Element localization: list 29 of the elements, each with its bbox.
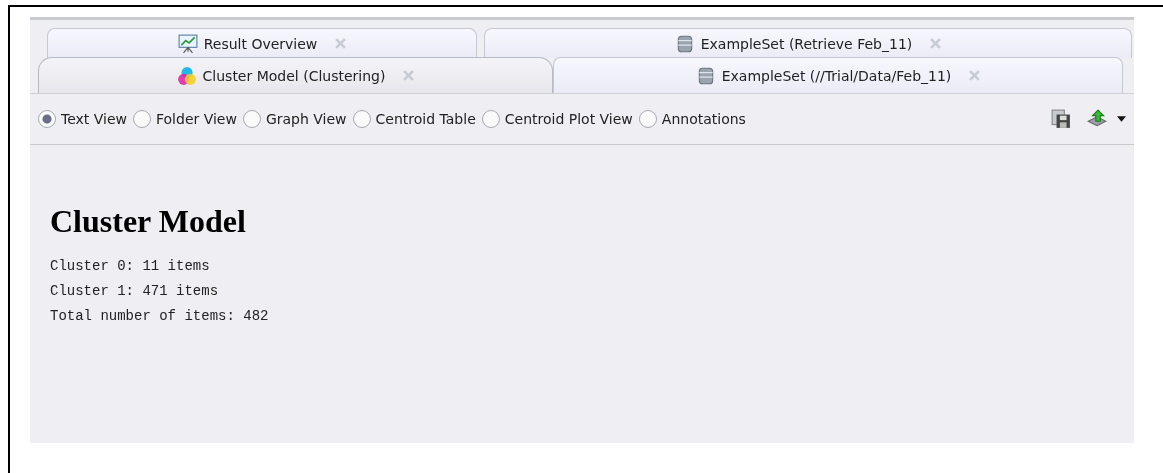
view-radio[interactable]: Annotations	[638, 110, 746, 128]
radio-button[interactable]	[638, 110, 657, 128]
close-icon[interactable]	[930, 38, 942, 49]
result-line: Cluster 1: 471 items	[50, 283, 220, 301]
radio-button[interactable]	[242, 110, 261, 128]
close-icon[interactable]	[335, 38, 347, 49]
view-radio[interactable]: Centroid Plot View	[481, 110, 633, 128]
chart-icon	[177, 33, 198, 54]
color-circles-icon	[176, 65, 197, 86]
view-radio[interactable]: Graph View	[242, 110, 347, 128]
radio-button[interactable]	[38, 110, 56, 128]
view-radio[interactable]: Text View	[38, 110, 127, 128]
radio-button[interactable]	[133, 110, 151, 128]
radio-button[interactable]	[481, 110, 500, 128]
tab[interactable]: Cluster Model (Clustering)	[38, 57, 553, 93]
save-icon[interactable]	[1051, 109, 1071, 129]
view-radio[interactable]: Folder View	[133, 110, 237, 128]
tab[interactable]: Result Overview	[47, 28, 477, 58]
result-line: Cluster 0: 11 items	[50, 258, 211, 276]
radio-button[interactable]	[352, 110, 371, 128]
export-icon[interactable]	[1087, 109, 1107, 129]
heading: Cluster Model	[50, 203, 247, 240]
result-line: Total number of items: 482	[50, 308, 270, 326]
close-icon[interactable]	[969, 70, 981, 81]
tab[interactable]: ExampleSet (//Trial/Data/Feb_11)	[553, 57, 1123, 93]
tab[interactable]: ExampleSet (Retrieve Feb_11)	[484, 28, 1132, 58]
caret-icon[interactable]	[1117, 116, 1126, 122]
view-radio[interactable]: Centroid Table	[352, 110, 476, 128]
close-icon[interactable]	[403, 70, 415, 81]
